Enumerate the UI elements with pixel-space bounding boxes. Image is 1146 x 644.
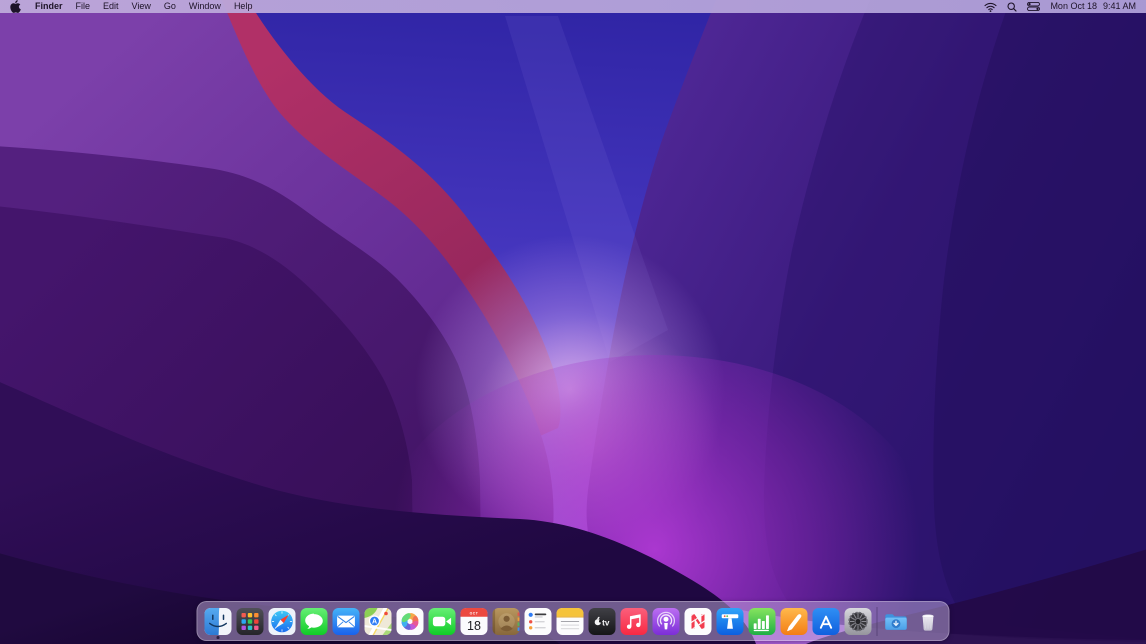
menu-item-finder[interactable]: Finder: [35, 0, 63, 13]
dock: A: [197, 601, 950, 641]
calendar-icon: OCT 18: [461, 608, 488, 635]
dock-icon-messages[interactable]: [301, 608, 328, 635]
music-icon: [621, 608, 648, 635]
dock-icon-mail[interactable]: [333, 608, 360, 635]
news-icon: [685, 608, 712, 635]
app-store-icon: [813, 608, 840, 635]
dock-icon-calendar[interactable]: OCT 18: [461, 608, 488, 635]
wifi-icon[interactable]: [984, 2, 997, 12]
dock-icon-pages[interactable]: [781, 608, 808, 635]
photos-icon: [397, 608, 424, 635]
keynote-icon: [717, 608, 744, 635]
menu-item-edit[interactable]: Edit: [103, 0, 119, 13]
notes-icon: [557, 608, 584, 635]
dock-icon-finder[interactable]: [205, 608, 232, 635]
facetime-icon: [429, 608, 456, 635]
reminders-icon: [525, 608, 552, 635]
apple-logo-icon: [10, 0, 21, 13]
dock-icon-safari[interactable]: [269, 608, 296, 635]
svg-text:A: A: [372, 618, 377, 625]
dock-icon-launchpad[interactable]: [237, 608, 264, 635]
pages-icon: [781, 608, 808, 635]
launchpad-icon: [237, 608, 264, 635]
system-preferences-icon: [845, 608, 872, 635]
dock-icon-apple-tv[interactable]: tv: [589, 608, 616, 635]
dock-icon-facetime[interactable]: [429, 608, 456, 635]
dock-icon-music[interactable]: [621, 608, 648, 635]
dock-icon-notes[interactable]: [557, 608, 584, 635]
svg-text:tv: tv: [602, 618, 610, 627]
dock-icon-news[interactable]: [685, 608, 712, 635]
finder-icon: [205, 608, 232, 635]
menu-bar-status-area: Mon Oct 18 9:41 AM: [974, 0, 1136, 13]
clock-date: Mon Oct 18: [1050, 0, 1097, 13]
menu-bar-left: Finder File Edit View Go Window Help: [10, 0, 265, 13]
menu-item-go[interactable]: Go: [164, 0, 176, 13]
apple-menu[interactable]: [10, 0, 21, 13]
menu-bar: Finder File Edit View Go Window Help: [0, 0, 1146, 13]
apple-tv-icon: tv: [589, 608, 616, 635]
control-center-icon[interactable]: [1027, 2, 1040, 11]
menu-item-window[interactable]: Window: [189, 0, 221, 13]
dock-icon-app-store[interactable]: [813, 608, 840, 635]
desktop: Finder File Edit View Go Window Help: [0, 0, 1146, 644]
menu-item-help[interactable]: Help: [234, 0, 253, 13]
finder-running-indicator: [217, 636, 220, 639]
contacts-icon: [493, 608, 520, 635]
menu-bar-clock[interactable]: Mon Oct 18 9:41 AM: [1050, 0, 1136, 13]
dock-icon-contacts[interactable]: [493, 608, 520, 635]
maps-icon: A: [365, 608, 392, 635]
dock-icon-photos[interactable]: [397, 608, 424, 635]
podcasts-icon: [653, 608, 680, 635]
dock-icon-reminders[interactable]: [525, 608, 552, 635]
svg-text:OCT: OCT: [470, 611, 479, 615]
menu-item-view[interactable]: View: [132, 0, 151, 13]
trash-icon: [915, 608, 942, 635]
dock-icon-trash[interactable]: [915, 608, 942, 635]
numbers-icon: [749, 608, 776, 635]
dock-icon-maps[interactable]: A: [365, 608, 392, 635]
svg-text:18: 18: [467, 619, 481, 633]
messages-icon: [301, 608, 328, 635]
menu-item-file[interactable]: File: [76, 0, 91, 13]
dock-icon-keynote[interactable]: [717, 608, 744, 635]
dock-icon-numbers[interactable]: [749, 608, 776, 635]
dock-icon-downloads[interactable]: [883, 608, 910, 635]
dock-icon-system-preferences[interactable]: [845, 608, 872, 635]
dock-icon-podcasts[interactable]: [653, 608, 680, 635]
downloads-folder-icon: [883, 608, 910, 635]
desktop-wallpaper-monterey: [0, 0, 1146, 644]
spotlight-search-icon[interactable]: [1007, 2, 1017, 12]
safari-icon: [269, 608, 296, 635]
mail-icon: [333, 608, 360, 635]
dock-divider: [877, 607, 878, 636]
clock-time: 9:41 AM: [1103, 0, 1136, 13]
